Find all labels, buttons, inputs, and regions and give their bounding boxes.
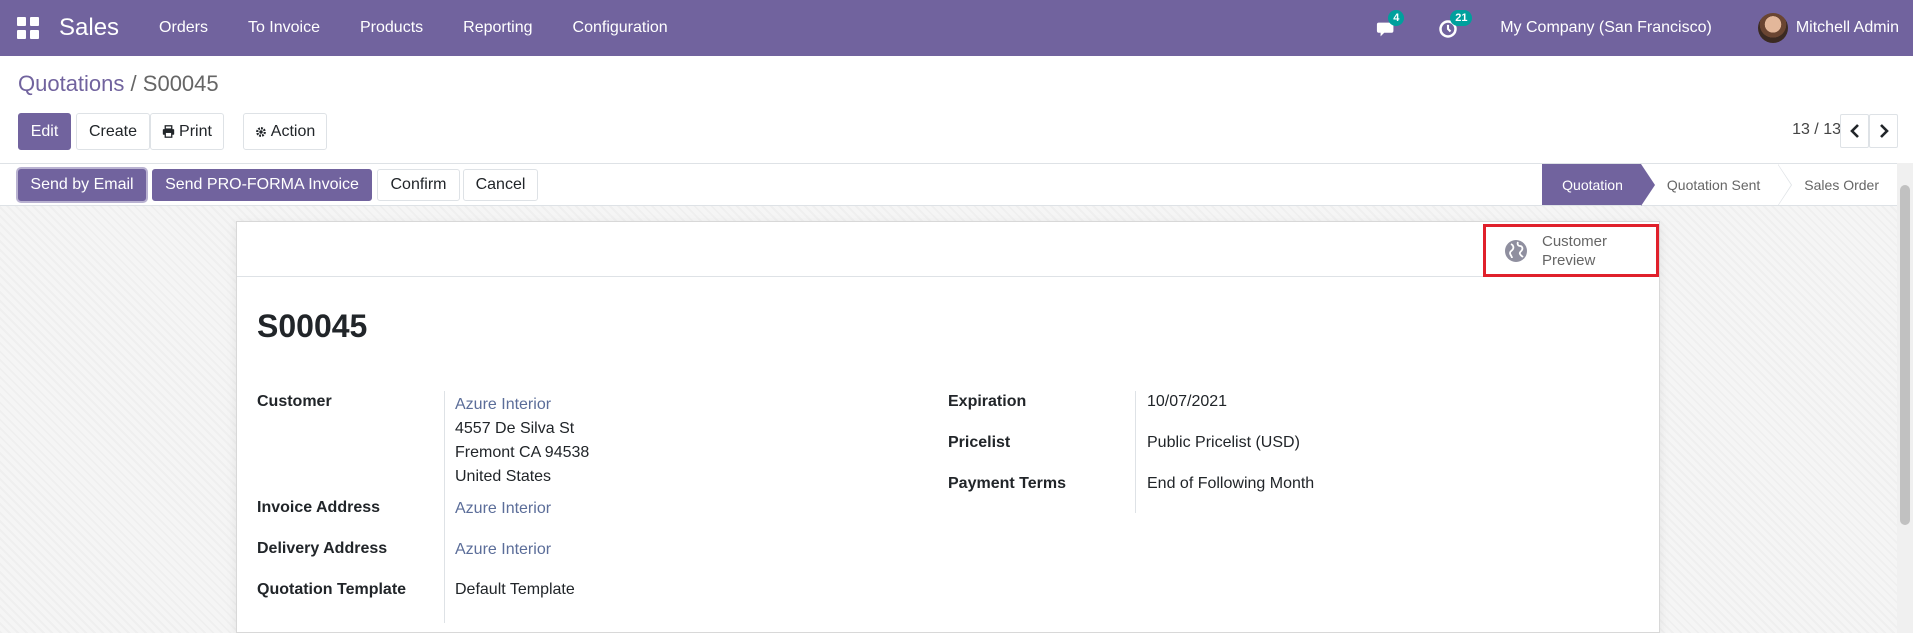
app-name[interactable]: Sales	[59, 14, 119, 42]
customer-label: Customer	[257, 393, 332, 410]
smart-button-box: Customer Preview	[237, 222, 1659, 277]
quotation-template-value: Default Template	[455, 581, 575, 598]
apps-menu-icon[interactable]	[17, 17, 39, 39]
delivery-address-link[interactable]: Azure Interior	[455, 541, 551, 559]
menu-reporting[interactable]: Reporting	[463, 19, 532, 37]
customer-address-line3: United States	[455, 468, 552, 485]
status-step-sales-order: Sales Order	[1778, 164, 1897, 205]
customer-preview-button[interactable]: Customer Preview	[1483, 224, 1659, 277]
action-label: Action	[270, 122, 316, 140]
gear-icon	[255, 126, 266, 137]
menu-to-invoice[interactable]: To Invoice	[248, 19, 320, 37]
company-switcher[interactable]: My Company (San Francisco)	[1500, 19, 1712, 37]
payment-terms-value: End of Following Month	[1147, 475, 1315, 492]
send-by-email-button[interactable]: Send by Email	[18, 169, 146, 201]
printer-icon	[162, 125, 175, 138]
expiration-label: Expiration	[948, 393, 1027, 410]
customer-link[interactable]: Azure Interior	[455, 393, 589, 417]
customer-preview-line1: Customer	[1542, 232, 1608, 250]
user-menu[interactable]: Mitchell Admin	[1796, 19, 1899, 37]
scrollbar-thumb[interactable]	[1900, 185, 1910, 525]
pager-value[interactable]: 13 / 13	[1792, 121, 1841, 139]
cancel-button[interactable]: Cancel	[463, 169, 538, 201]
breadcrumb-separator: /	[130, 71, 137, 96]
status-steps: Quotation Quotation Sent Sales Order	[1542, 164, 1897, 206]
user-avatar[interactable]	[1757, 13, 1788, 43]
messages-button[interactable]: 4	[1376, 10, 1405, 40]
customer-preview-line2: Preview	[1542, 251, 1596, 269]
globe-icon	[1505, 239, 1527, 262]
record-title: S00045	[257, 308, 368, 344]
breadcrumb-current: S00045	[142, 71, 219, 96]
messages-badge: 4	[1388, 10, 1405, 26]
form-sheet: Customer Preview S00045 Customer Azure I…	[236, 221, 1660, 633]
action-button[interactable]: Action	[243, 113, 327, 150]
invoice-address-label: Invoice Address	[257, 499, 381, 516]
chevron-right-icon	[1879, 124, 1889, 138]
print-label: Print	[179, 122, 212, 140]
edit-button[interactable]: Edit	[18, 113, 71, 150]
customer-address-line1: 4557 De Silva St	[455, 420, 575, 437]
left-group-divider	[444, 391, 445, 623]
print-button[interactable]: Print	[150, 113, 224, 150]
status-step-quotation-sent: Quotation Sent	[1640, 164, 1793, 206]
menu-orders[interactable]: Orders	[159, 19, 208, 37]
pager-next-button[interactable]	[1869, 114, 1898, 148]
pager-previous-button[interactable]	[1840, 114, 1869, 148]
payment-terms-label: Payment Terms	[948, 475, 1066, 492]
navbar-systray: 4 21 My Company (San Francisco) Mitchell…	[1376, 0, 1913, 56]
top-navbar: Sales Orders To Invoice Products Reporti…	[0, 0, 1913, 56]
customer-address-line2: Fremont CA 94538	[455, 444, 590, 461]
pricelist-label: Pricelist	[948, 434, 1011, 451]
delivery-address-label: Delivery Address	[257, 540, 388, 557]
send-proforma-button[interactable]: Send PRO-FORMA Invoice	[152, 169, 372, 201]
confirm-button[interactable]: Confirm	[377, 169, 460, 201]
invoice-address-link[interactable]: Azure Interior	[455, 500, 551, 518]
customer-preview-label: Customer Preview	[1542, 232, 1642, 270]
right-group-divider	[1135, 391, 1136, 513]
pricelist-value: Public Pricelist (USD)	[1147, 434, 1300, 451]
activities-button[interactable]: 21	[1438, 10, 1473, 40]
page-scrollbar[interactable]	[1897, 163, 1913, 633]
create-button[interactable]: Create	[76, 113, 150, 150]
activities-badge: 21	[1450, 10, 1473, 26]
menu-configuration[interactable]: Configuration	[573, 19, 668, 37]
breadcrumb: Quotations / S00045	[18, 71, 219, 97]
status-step-quotation: Quotation	[1542, 164, 1655, 206]
statusbar: Send by Email Send PRO-FORMA Invoice Con…	[0, 163, 1897, 206]
quotation-template-label: Quotation Template	[257, 581, 407, 598]
chevron-left-icon	[1849, 124, 1859, 138]
menu-products[interactable]: Products	[360, 19, 423, 37]
expiration-value: 10/07/2021	[1147, 393, 1228, 410]
breadcrumb-quotations[interactable]: Quotations	[18, 71, 124, 96]
customer-field: Azure Interior 4557 De Silva St Fremont …	[455, 393, 589, 489]
